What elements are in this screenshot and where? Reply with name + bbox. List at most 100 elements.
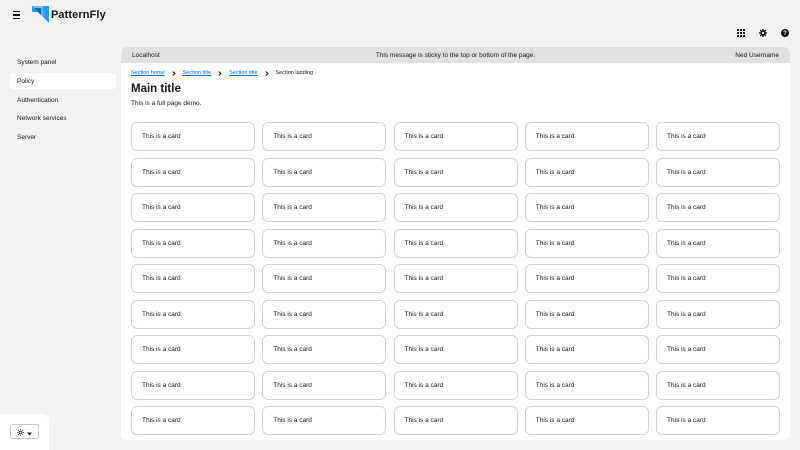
- card-label: This is a card: [535, 346, 575, 353]
- card[interactable]: This is a card: [262, 406, 387, 435]
- breadcrumb-link-section-home[interactable]: Section home: [131, 70, 165, 76]
- banner-host: Localhost: [132, 51, 160, 59]
- breadcrumb: Section home Section title Section title…: [131, 69, 313, 77]
- theme-switcher-button[interactable]: [10, 424, 39, 439]
- card[interactable]: This is a card: [131, 122, 255, 151]
- card[interactable]: This is a card: [393, 299, 518, 329]
- card[interactable]: This is a card: [393, 264, 518, 293]
- card-label: This is a card: [404, 381, 444, 389]
- main-content: This message is sticky to the top or bot…: [121, 47, 790, 440]
- card[interactable]: This is a card: [656, 264, 780, 293]
- card[interactable]: This is a card: [656, 406, 780, 435]
- card[interactable]: This is a card: [524, 228, 649, 258]
- sidebar-item-server[interactable]: Server: [10, 129, 116, 145]
- card[interactable]: This is a card: [656, 335, 780, 364]
- card[interactable]: This is a card: [131, 228, 255, 258]
- card-label: This is a card: [273, 133, 312, 140]
- chevron-right-icon: [172, 70, 176, 76]
- hamburger-menu-icon[interactable]: [13, 10, 23, 20]
- card[interactable]: This is a card: [524, 193, 649, 222]
- sidebar-item-authentication[interactable]: Authentication: [10, 92, 116, 108]
- page-description: This is a full page demo.: [131, 100, 202, 107]
- card-label: This is a card: [142, 417, 181, 424]
- card[interactable]: This is a card: [131, 264, 255, 293]
- card-label: This is a card: [535, 275, 575, 282]
- card-label: This is a card: [142, 133, 181, 140]
- card-label: This is a card: [535, 239, 575, 247]
- card-label: This is a card: [667, 204, 706, 211]
- card[interactable]: This is a card: [656, 157, 780, 187]
- card[interactable]: This is a card: [262, 370, 387, 400]
- card[interactable]: This is a card: [131, 370, 255, 400]
- card[interactable]: This is a card: [393, 335, 518, 364]
- breadcrumb-link-section-title[interactable]: Section title: [183, 70, 211, 76]
- card[interactable]: This is a card: [262, 264, 387, 293]
- card-label: This is a card: [667, 381, 706, 389]
- card[interactable]: This is a card: [393, 370, 518, 400]
- card-label: This is a card: [273, 275, 312, 282]
- card[interactable]: This is a card: [393, 406, 518, 435]
- card[interactable]: This is a card: [393, 228, 518, 258]
- breadcrumb-link-section-title-2[interactable]: Section title: [229, 70, 257, 76]
- gear-icon[interactable]: [757, 27, 768, 38]
- grid-icon[interactable]: [735, 27, 746, 38]
- sidebar-item-system-panel[interactable]: System panel: [10, 54, 116, 70]
- card[interactable]: This is a card: [524, 335, 649, 364]
- card-label: This is a card: [404, 346, 444, 353]
- card-label: This is a card: [142, 381, 181, 389]
- sidebar-nav: System panel Policy Authentication Netwo…: [0, 46, 120, 450]
- sticky-banner: This message is sticky to the top or bot…: [121, 47, 790, 63]
- card-label: This is a card: [535, 133, 575, 140]
- banner-username: Ned Username: [735, 51, 779, 59]
- card[interactable]: This is a card: [524, 264, 649, 293]
- card-label: This is a card: [142, 346, 181, 353]
- card[interactable]: This is a card: [656, 370, 780, 400]
- card[interactable]: This is a card: [524, 157, 649, 187]
- card[interactable]: This is a card: [131, 193, 255, 222]
- help-icon[interactable]: ?: [779, 27, 790, 38]
- masthead: PatternFly ?: [0, 0, 800, 46]
- card-label: This is a card: [535, 204, 575, 211]
- card[interactable]: This is a card: [262, 299, 387, 329]
- card-label: This is a card: [535, 168, 575, 176]
- masthead-tools: ?: [735, 27, 790, 38]
- card[interactable]: This is a card: [262, 193, 387, 222]
- card[interactable]: This is a card: [524, 299, 649, 329]
- card[interactable]: This is a card: [656, 299, 780, 329]
- card[interactable]: This is a card: [656, 228, 780, 258]
- card[interactable]: This is a card: [262, 335, 387, 364]
- card[interactable]: This is a card: [262, 228, 387, 258]
- card[interactable]: This is a card: [131, 406, 255, 435]
- card[interactable]: This is a card: [262, 157, 387, 187]
- sidebar-item-network-services[interactable]: Network services: [10, 110, 116, 126]
- card[interactable]: This is a card: [131, 299, 255, 329]
- card-label: This is a card: [404, 310, 444, 318]
- card-label: This is a card: [404, 133, 444, 140]
- card-label: This is a card: [535, 381, 575, 389]
- card-label: This is a card: [273, 346, 312, 353]
- card[interactable]: This is a card: [656, 193, 780, 222]
- card[interactable]: This is a card: [524, 370, 649, 400]
- card-label: This is a card: [404, 275, 444, 282]
- card-label: This is a card: [667, 275, 706, 282]
- card[interactable]: This is a card: [656, 122, 780, 151]
- card-label: This is a card: [667, 417, 706, 424]
- card-label: This is a card: [142, 168, 181, 176]
- card-label: This is a card: [535, 310, 575, 318]
- sidebar-item-policy[interactable]: Policy: [10, 73, 116, 89]
- card-label: This is a card: [404, 239, 444, 247]
- card[interactable]: This is a card: [524, 406, 649, 435]
- card-label: This is a card: [273, 417, 312, 424]
- card[interactable]: This is a card: [131, 157, 255, 187]
- card[interactable]: This is a card: [393, 193, 518, 222]
- card[interactable]: This is a card: [131, 335, 255, 364]
- card[interactable]: This is a card: [393, 157, 518, 187]
- caret-down-icon: [27, 423, 32, 441]
- card-label: This is a card: [142, 239, 181, 247]
- sun-icon: [17, 423, 24, 441]
- card[interactable]: This is a card: [524, 122, 649, 151]
- card-label: This is a card: [404, 417, 444, 424]
- card[interactable]: This is a card: [262, 122, 387, 151]
- card[interactable]: This is a card: [393, 122, 518, 151]
- brand-logo[interactable]: PatternFly: [32, 6, 106, 23]
